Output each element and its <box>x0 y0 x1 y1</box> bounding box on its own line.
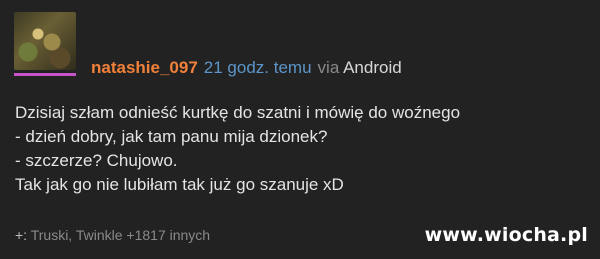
platform-label: Android <box>343 58 402 77</box>
post-body: Dzisiaj szłam odnieść kurtkę do szatni i… <box>15 101 585 197</box>
likes-row[interactable]: +: Truski, Twinkle +1817 innych <box>15 226 210 244</box>
likes-prefix: +: <box>15 227 28 243</box>
username-link[interactable]: natashie_097 <box>91 58 198 77</box>
avatar-status-bar <box>14 73 76 76</box>
site-watermark: www.wiocha.pl <box>424 224 588 246</box>
post-line: Tak jak go nie lubiłam tak już go szanuj… <box>15 175 344 194</box>
user-avatar[interactable] <box>14 12 76 76</box>
avatar-image[interactable] <box>14 12 76 70</box>
post-card: natashie_097 21 godz. temu via Android Dzi… <box>0 0 600 259</box>
post-line: - dzień dobry, jak tam panu mija dzionek… <box>15 127 328 146</box>
post-timestamp[interactable]: 21 godz. temu <box>204 58 312 77</box>
post-line: - szczerze? Chujowo. <box>15 151 178 170</box>
post-header: natashie_097 21 godz. temu via Android <box>91 57 402 79</box>
likes-names[interactable]: Truski, Twinkle +1817 innych <box>31 227 210 243</box>
post-line: Dzisiaj szłam odnieść kurtkę do szatni i… <box>15 103 461 122</box>
via-label: via <box>317 58 340 77</box>
